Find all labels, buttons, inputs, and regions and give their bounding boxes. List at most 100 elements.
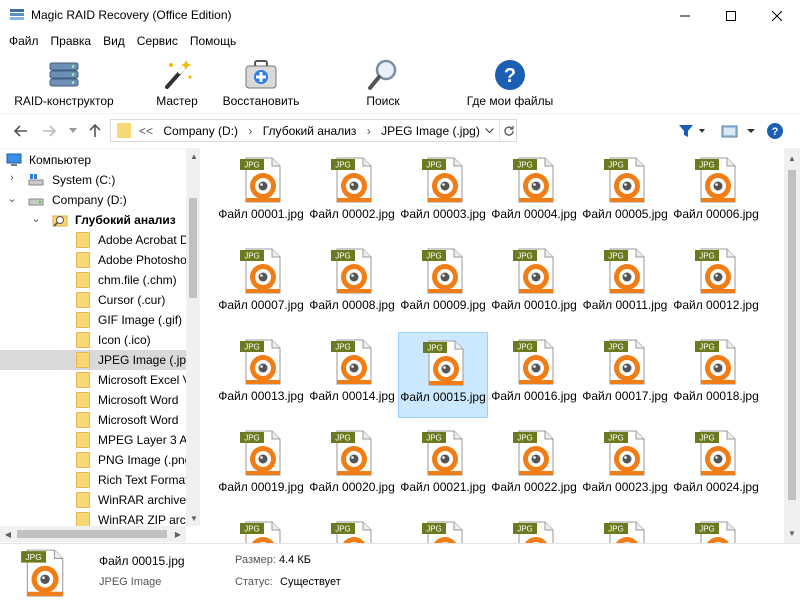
tree-item-folder[interactable]: MPEG Layer 3 Au [0, 430, 186, 450]
tree-label: System (C:) [52, 173, 116, 187]
jpg-badge-text: JPG [426, 161, 442, 170]
tree-item-folder[interactable]: Cursor (.cur) [0, 290, 186, 310]
filter-button[interactable] [676, 122, 708, 140]
tree-item-deep-analysis[interactable]: ⌄ Глубокий анализ [0, 210, 186, 230]
chevron-right-icon[interactable]: › [6, 172, 18, 188]
tree-item-folder[interactable]: GIF Image (.gif) [0, 310, 186, 330]
search-button[interactable]: Поиск [358, 55, 408, 111]
file-item[interactable]: JPG Файл 00013.jpg [216, 332, 306, 418]
close-button[interactable] [754, 0, 800, 31]
file-item[interactable]: JPG Файл 00022.jpg [489, 423, 579, 509]
tree-item-folder[interactable]: Icon (.ico) [0, 330, 186, 350]
file-item[interactable]: JPG [216, 514, 306, 543]
back-button[interactable] [12, 122, 30, 140]
forward-button[interactable] [40, 122, 58, 140]
menu-item[interactable]: Файл [3, 31, 45, 51]
file-item[interactable]: JPG Файл 00007.jpg [216, 241, 306, 327]
address-dropdown[interactable] [480, 120, 498, 141]
tree-item-folder[interactable]: chm.file (.chm) [0, 270, 186, 290]
file-item[interactable]: JPG Файл 00008.jpg [307, 241, 397, 327]
menu-item[interactable]: Правка [45, 31, 98, 51]
menu-item[interactable]: Сервис [131, 31, 184, 51]
maximize-button[interactable] [708, 0, 754, 31]
tree-item-folder[interactable]: Microsoft Word [0, 410, 186, 430]
file-item[interactable]: JPG Файл 00002.jpg [307, 150, 397, 236]
scroll-up-icon[interactable]: ▲ [784, 150, 800, 166]
tree-item-folder[interactable]: WinRAR ZIP arch [0, 510, 186, 526]
file-item[interactable]: JPG [398, 514, 488, 543]
file-item[interactable]: JPG [489, 514, 579, 543]
jpg-file-icon: JPG [695, 430, 736, 476]
view-mode-button[interactable] [718, 122, 758, 140]
chevron-down-icon[interactable]: ⌄ [6, 192, 18, 208]
file-name: Файл 00007.jpg [218, 298, 304, 312]
file-item[interactable]: JPG Файл 00009.jpg [398, 241, 488, 327]
file-item[interactable]: JPG Файл 00015.jpg [398, 332, 488, 418]
scrollbar-thumb[interactable] [17, 530, 167, 538]
file-item[interactable]: JPG Файл 00017.jpg [580, 332, 670, 418]
file-item[interactable]: JPG Файл 00003.jpg [398, 150, 488, 236]
menu-item[interactable]: Вид [97, 31, 131, 51]
jpg-file-icon: JPG [695, 521, 736, 543]
file-item[interactable]: JPG Файл 00019.jpg [216, 423, 306, 509]
wizard-button[interactable]: Мастер [148, 55, 206, 111]
tree-item-company-drive[interactable]: ⌄ Company (D:) [0, 190, 186, 210]
minimize-button[interactable] [662, 0, 708, 31]
address-bar[interactable]: << Company (D:) › Глубокий анализ › JPEG… [110, 119, 517, 142]
tree-item-folder[interactable]: Adobe Acrobat D [0, 230, 186, 250]
breadcrumb-item[interactable]: Глубокий анализ [263, 124, 357, 138]
tree-horizontal-scrollbar[interactable]: ◀ ▶ [0, 526, 186, 542]
tree-item-folder[interactable]: Rich Text Format [0, 470, 186, 490]
file-name: Файл 00014.jpg [309, 389, 395, 403]
file-item[interactable]: JPG Файл 00018.jpg [671, 332, 761, 418]
chevron-down-icon[interactable]: ⌄ [30, 212, 42, 228]
file-item[interactable]: JPG Файл 00021.jpg [398, 423, 488, 509]
tree-item-folder[interactable]: PNG Image (.png [0, 450, 186, 470]
file-item[interactable]: JPG Файл 00004.jpg [489, 150, 579, 236]
tree-item-system-drive[interactable]: › System (C:) [0, 170, 186, 190]
scroll-down-icon[interactable]: ▼ [186, 510, 202, 526]
tree-item-folder[interactable]: Adobe Photosho [0, 250, 186, 270]
scroll-down-icon[interactable]: ▼ [784, 525, 800, 541]
refresh-button[interactable] [499, 120, 517, 141]
recent-dropdown[interactable] [64, 122, 82, 140]
tree-item-folder[interactable]: WinRAR archive [0, 490, 186, 510]
breadcrumb-overflow[interactable]: << [139, 124, 153, 138]
tree-item-folder[interactable]: JPEG Image (.jpg [0, 350, 186, 370]
help-button[interactable]: ? [765, 122, 785, 140]
scroll-up-icon[interactable]: ▲ [186, 148, 202, 164]
file-item[interactable]: JPG Файл 00024.jpg [671, 423, 761, 509]
file-item[interactable]: JPG Файл 00005.jpg [580, 150, 670, 236]
file-item[interactable]: JPG Файл 00020.jpg [307, 423, 397, 509]
file-item[interactable]: JPG [580, 514, 670, 543]
file-item[interactable]: JPG [307, 514, 397, 543]
file-item[interactable]: JPG Файл 00006.jpg [671, 150, 761, 236]
scroll-right-icon[interactable]: ▶ [170, 526, 186, 542]
scrollbar-thumb[interactable] [788, 170, 796, 500]
tree-label: Глубокий анализ [75, 213, 176, 227]
file-item[interactable]: JPG [671, 514, 761, 543]
tree-item-folder[interactable]: Microsoft Excel V [0, 370, 186, 390]
file-item[interactable]: JPG Файл 00023.jpg [580, 423, 670, 509]
menu-item[interactable]: Помощь [184, 31, 242, 51]
tree-item-folder[interactable]: Microsoft Word [0, 390, 186, 410]
file-item[interactable]: JPG Файл 00010.jpg [489, 241, 579, 327]
file-item[interactable]: JPG Файл 00016.jpg [489, 332, 579, 418]
file-item[interactable]: JPG Файл 00014.jpg [307, 332, 397, 418]
tree-vertical-scrollbar[interactable]: ▲ ▼ [186, 148, 200, 526]
up-button[interactable] [86, 122, 104, 140]
tree-label: Adobe Photosho [98, 253, 186, 267]
raid-builder-button[interactable]: RAID-конструктор [10, 55, 118, 111]
scrollbar-thumb[interactable] [189, 198, 197, 298]
breadcrumb-item[interactable]: Company (D:) [163, 124, 238, 138]
tree-item-computer[interactable]: Компьютер [0, 150, 186, 170]
where-my-files-button[interactable]: ? Где мои файлы [460, 55, 560, 111]
file-item[interactable]: JPG Файл 00001.jpg [216, 150, 306, 236]
restore-button[interactable]: Восстановить [218, 55, 304, 111]
file-item[interactable]: JPG Файл 00012.jpg [671, 241, 761, 327]
scroll-left-icon[interactable]: ◀ [0, 526, 16, 542]
size-label: Размер: [235, 554, 276, 566]
grid-vertical-scrollbar[interactable]: ▲ ▼ [784, 148, 800, 543]
breadcrumb-item[interactable]: JPEG Image (.jpg) [381, 124, 480, 138]
file-item[interactable]: JPG Файл 00011.jpg [580, 241, 670, 327]
